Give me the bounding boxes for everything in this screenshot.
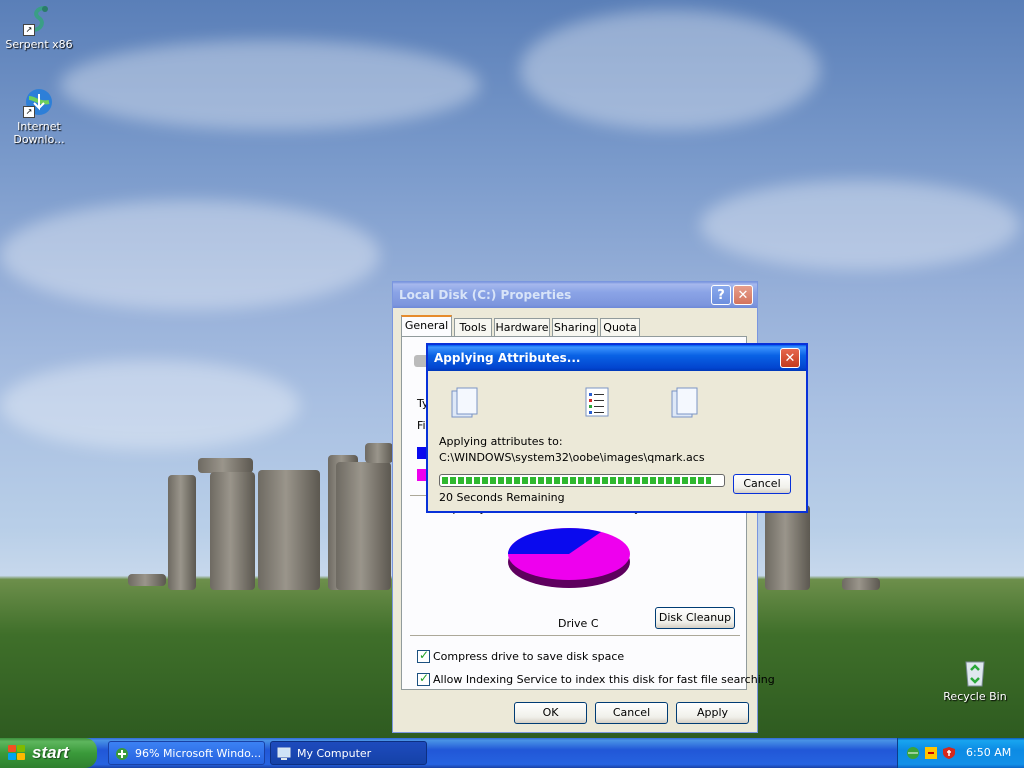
stone <box>336 462 391 590</box>
close-button[interactable]: ✕ <box>733 285 753 305</box>
stone <box>842 578 880 590</box>
help-button[interactable]: ? <box>711 285 731 305</box>
dialog-cancel-button[interactable]: Cancel <box>733 474 791 494</box>
source-document-icon <box>451 387 478 418</box>
system-tray: 6:50 AM <box>897 738 1024 768</box>
cloud <box>700 180 1020 270</box>
tab-general[interactable]: General <box>401 315 452 336</box>
indexing-label: Allow Indexing Service to index this dis… <box>433 673 775 686</box>
compress-label: Compress drive to save disk space <box>433 650 625 663</box>
applying-attributes-dialog: Applying Attributes... ✕ Applying attrib… <box>426 343 808 513</box>
cloud <box>0 360 300 450</box>
start-label: start <box>32 743 69 762</box>
disk-usage-pie-chart <box>508 528 630 588</box>
dialog-close-button[interactable]: ✕ <box>780 348 800 368</box>
tab-tools[interactable]: Tools <box>454 318 492 336</box>
windows-flag-icon <box>8 745 26 761</box>
stone <box>365 443 393 463</box>
tab-sharing[interactable]: Sharing <box>552 318 598 336</box>
serpent-icon: ↗ <box>23 4 55 36</box>
cloud <box>520 10 820 130</box>
destination-document-icon <box>671 387 698 418</box>
attributes-list-icon <box>585 387 609 417</box>
dialog-title-bar[interactable]: Applying Attributes... ✕ <box>428 345 806 371</box>
task-label: My Computer <box>297 747 372 760</box>
file-path: C:\WINDOWS\system32\oobe\images\qmark.ac… <box>439 451 705 464</box>
task-label: 96% Microsoft Windo... <box>135 747 262 760</box>
applying-to-label: Applying attributes to: <box>439 435 563 448</box>
close-icon: ✕ <box>784 351 796 366</box>
divider <box>410 635 740 636</box>
task-button-progress[interactable]: 96% Microsoft Windo... <box>108 741 265 765</box>
filesystem-label-partial: Fi <box>417 419 426 432</box>
tab-quota[interactable]: Quota <box>600 318 640 336</box>
disk-cleanup-button[interactable]: Disk Cleanup <box>655 607 735 629</box>
time-remaining: 20 Seconds Remaining <box>439 491 565 504</box>
shortcut-arrow-icon: ↗ <box>23 106 35 118</box>
progress-fill <box>442 477 711 484</box>
stone <box>198 458 253 473</box>
compress-checkbox[interactable] <box>417 648 430 663</box>
security-shield-icon[interactable] <box>942 746 956 760</box>
indexing-checkbox[interactable] <box>417 671 430 686</box>
network-icon[interactable] <box>906 746 920 760</box>
progress-window-icon <box>116 748 128 760</box>
start-button[interactable]: start <box>0 738 97 768</box>
cancel-button[interactable]: Cancel <box>595 702 668 724</box>
dialog-title: Applying Attributes... <box>434 351 581 365</box>
my-computer-icon <box>277 747 291 760</box>
desktop-icon-label: Internet Downlo... <box>13 120 65 146</box>
properties-title-bar[interactable]: Local Disk (C:) Properties ? ✕ <box>393 282 757 308</box>
stone <box>128 574 166 586</box>
desktop-icon-recycle-bin[interactable]: Recycle Bin <box>940 656 1010 703</box>
update-icon[interactable] <box>924 746 938 760</box>
desktop-icon-label: Serpent x86 <box>5 38 73 51</box>
stone <box>210 472 255 590</box>
stone <box>168 475 196 590</box>
recycle-bin-icon <box>959 656 991 688</box>
apply-button[interactable]: Apply <box>676 702 749 724</box>
stone <box>258 470 320 590</box>
internet-download-icon: ↗ <box>23 86 55 118</box>
desktop-icon-internet-download[interactable]: ↗ Internet Downlo... <box>4 86 74 146</box>
cloud <box>0 200 380 310</box>
desktop-icon-serpent[interactable]: ↗ Serpent x86 <box>4 4 74 51</box>
window-title: Local Disk (C:) Properties <box>399 288 572 302</box>
taskbar: start 96% Microsoft Windo... My Computer… <box>0 738 1024 768</box>
cloud <box>60 40 480 130</box>
clock: 6:50 AM <box>966 746 1012 759</box>
task-button-my-computer[interactable]: My Computer <box>270 741 427 765</box>
drive-label: Drive C <box>558 617 599 630</box>
stone <box>765 505 810 590</box>
shortcut-arrow-icon: ↗ <box>23 24 35 36</box>
help-icon: ? <box>717 288 725 303</box>
desktop-icon-label: Recycle Bin <box>943 690 1007 703</box>
ok-button[interactable]: OK <box>514 702 587 724</box>
close-icon: ✕ <box>737 288 749 303</box>
tab-hardware[interactable]: Hardware <box>494 318 550 336</box>
progress-bar <box>439 474 725 487</box>
